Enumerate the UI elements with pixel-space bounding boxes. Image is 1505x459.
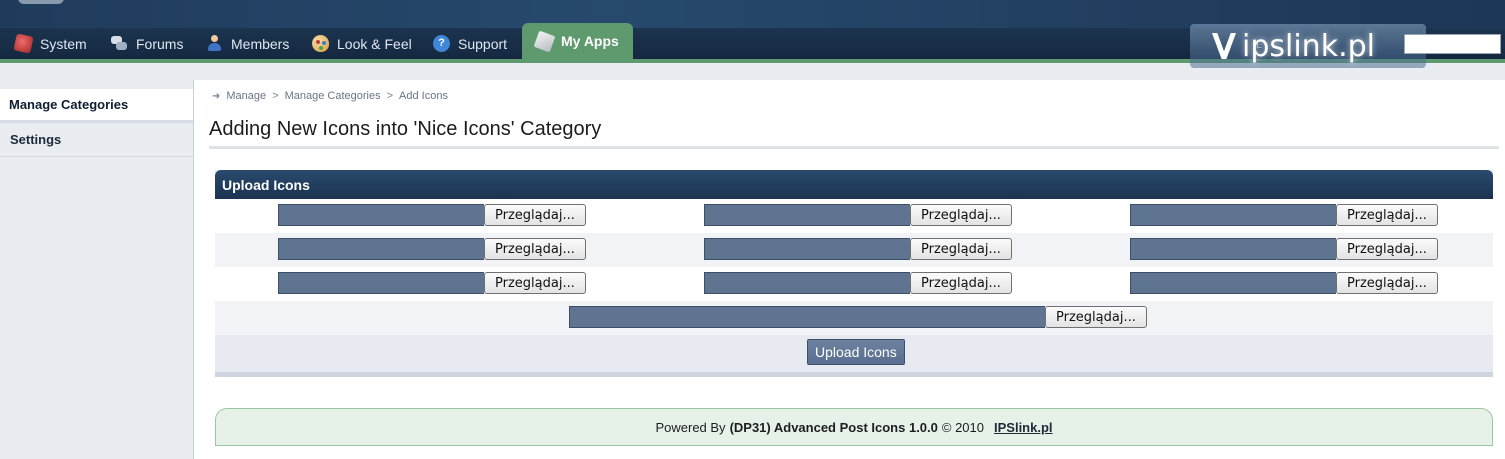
footer-link[interactable]: IPSlink.pl xyxy=(994,420,1053,435)
file-input[interactable]: Przeglądaj... xyxy=(569,306,1147,328)
footer-prefix: Powered By xyxy=(655,419,726,435)
apps-icon xyxy=(533,30,556,52)
nav-tab-label: Support xyxy=(458,35,508,52)
file-input[interactable]: Przeglądaj... xyxy=(1130,238,1438,260)
nav-tab-my-apps[interactable]: My Apps xyxy=(522,23,633,59)
watermark-logo: ipslink.pl xyxy=(1190,24,1426,68)
breadcrumb-arrow-icon: ➜ xyxy=(212,90,221,102)
breadcrumb: ➜ Manage > Manage Categories > Add Icons xyxy=(212,90,448,102)
sidebar-item-settings[interactable]: Settings xyxy=(0,123,193,157)
browse-button[interactable]: Przeglądaj... xyxy=(910,238,1012,260)
browse-button[interactable]: Przeglądaj... xyxy=(484,238,586,260)
upload-row: Przeglądaj... Przeglądaj... Przeglądaj..… xyxy=(215,233,1493,267)
breadcrumb-separator: > xyxy=(272,90,279,102)
system-icon xyxy=(13,33,34,54)
nav-tab-label: Look & Feel xyxy=(337,35,412,52)
file-input[interactable]: Przeglądaj... xyxy=(704,238,1012,260)
main-panel: ➜ Manage > Manage Categories > Add Icons… xyxy=(193,80,1505,459)
file-path-field[interactable] xyxy=(278,238,484,260)
submit-row: Upload Icons xyxy=(215,335,1493,371)
file-input[interactable]: Przeglądaj... xyxy=(278,238,586,260)
file-input[interactable]: Przeglądaj... xyxy=(1130,272,1438,294)
breadcrumb-item-manage[interactable]: Manage xyxy=(226,90,266,102)
file-path-field[interactable] xyxy=(704,238,910,260)
nav-tab-label: System xyxy=(40,35,87,52)
browse-button[interactable]: Przeglądaj... xyxy=(910,204,1012,226)
sidebar: Manage Categories Settings xyxy=(0,89,193,459)
page-title: Adding New Icons into 'Nice Icons' Categ… xyxy=(209,118,602,140)
sidebar-item-label: Manage Categories xyxy=(9,97,129,112)
file-input[interactable]: Przeglądaj... xyxy=(278,204,586,226)
file-input[interactable]: Przeglądaj... xyxy=(704,272,1012,294)
footer-product: (DP31) Advanced Post Icons 1.0.0 xyxy=(729,419,938,435)
logo-fragment xyxy=(18,0,64,4)
browse-button[interactable]: Przeglądaj... xyxy=(1336,204,1438,226)
nav-tab-label: My Apps xyxy=(561,33,619,49)
nav-tab-system[interactable]: System xyxy=(13,28,87,59)
browse-button[interactable]: Przeglądaj... xyxy=(910,272,1012,294)
nav-tab-label: Forums xyxy=(136,35,184,52)
upload-icons-form: Upload Icons Przeglądaj... Przeglądaj...… xyxy=(215,170,1493,377)
file-path-field[interactable] xyxy=(704,272,910,294)
sidebar-item-label: Settings xyxy=(10,132,62,147)
v-logo-icon xyxy=(1212,33,1236,59)
file-input[interactable]: Przeglądaj... xyxy=(704,204,1012,226)
footer: Powered By (DP31) Advanced Post Icons 1.… xyxy=(215,408,1493,446)
upload-icons-button[interactable]: Upload Icons xyxy=(807,339,905,365)
breadcrumb-item-add-icons: Add Icons xyxy=(399,90,448,102)
file-input[interactable]: Przeglądaj... xyxy=(278,272,586,294)
nav-tab-support[interactable]: ? Support xyxy=(433,28,507,59)
file-path-field[interactable] xyxy=(1130,204,1336,226)
title-divider xyxy=(209,146,1499,149)
browse-button[interactable]: Przeglądaj... xyxy=(1336,238,1438,260)
breadcrumb-item-manage-categories[interactable]: Manage Categories xyxy=(285,90,381,102)
upload-row: Przeglądaj... Przeglądaj... Przeglądaj..… xyxy=(215,199,1493,233)
upload-row: Przeglądaj... Przeglądaj... Przeglądaj..… xyxy=(215,267,1493,301)
nav-tab-look-feel[interactable]: Look & Feel xyxy=(312,28,412,59)
upload-row-archive: Przeglądaj... xyxy=(215,301,1493,335)
file-path-field[interactable] xyxy=(1130,272,1336,294)
upload-header: Upload Icons xyxy=(215,170,1493,199)
file-path-field[interactable] xyxy=(704,204,910,226)
file-path-field[interactable] xyxy=(1130,238,1336,260)
breadcrumb-separator: > xyxy=(386,90,394,102)
sidebar-item-manage-categories[interactable]: Manage Categories xyxy=(0,89,193,123)
footer-copyright: © 2010 xyxy=(941,419,984,435)
file-path-field[interactable] xyxy=(278,204,484,226)
look-feel-icon xyxy=(312,35,329,52)
browse-button[interactable]: Przeglądaj... xyxy=(484,204,586,226)
nav-tab-members[interactable]: Members xyxy=(206,28,289,59)
nav-tab-forums[interactable]: Forums xyxy=(111,28,183,59)
file-input[interactable]: Przeglądaj... xyxy=(1130,204,1438,226)
members-icon xyxy=(206,35,223,52)
browse-button[interactable]: Przeglądaj... xyxy=(1336,272,1438,294)
support-icon: ? xyxy=(433,35,450,52)
browse-button[interactable]: Przeglądaj... xyxy=(484,272,586,294)
browse-button[interactable]: Przeglądaj... xyxy=(1045,306,1147,328)
file-path-field[interactable] xyxy=(569,306,1045,328)
watermark-text: ipslink.pl xyxy=(1242,28,1375,64)
forums-icon xyxy=(111,35,128,52)
nav-tab-label: Members xyxy=(231,35,290,52)
file-path-field[interactable] xyxy=(278,272,484,294)
search-input[interactable] xyxy=(1404,34,1501,54)
